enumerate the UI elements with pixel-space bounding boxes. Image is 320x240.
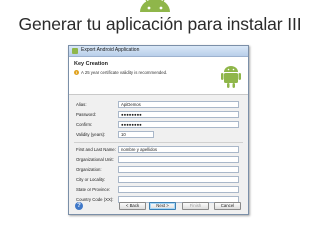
button-bar: ? < Back Next > Finish Cancel [69,200,248,214]
form-separator [74,142,243,143]
android-logo-icon [140,0,170,12]
cancel-button[interactable]: Cancel [214,202,241,210]
city-field[interactable] [118,176,239,183]
confirm-label: Confirm: [76,122,93,127]
back-button[interactable]: < Back [119,202,146,210]
organization-field[interactable] [118,166,239,173]
dialog-titlebar: Export Android Application [69,46,248,57]
finish-button[interactable]: Finish [182,202,209,210]
validity-label: Validity (years): [76,132,106,137]
city-label: City or Locality: [76,177,106,182]
warning-icon: ! [74,70,79,75]
dialog-banner: Key Creation ! A 25 year certificate val… [69,57,248,95]
app-icon [72,48,78,54]
help-icon[interactable]: ? [75,202,83,210]
state-field[interactable] [118,186,239,193]
confirm-field[interactable]: ●●●●●●●● [118,121,239,128]
dialog-title: Export Android Application [81,47,140,53]
org-unit-field[interactable] [118,156,239,163]
organization-label: Organization: [76,167,102,172]
android-robot-icon [221,66,241,88]
password-field[interactable]: ●●●●●●●● [118,111,239,118]
banner-title: Key Creation [74,61,108,67]
state-label: State or Province: [76,187,111,192]
export-dialog: Export Android Application Key Creation … [68,45,249,215]
name-label: First and Last Name: [76,147,116,152]
org-unit-label: Organizational Unit: [76,157,114,162]
banner-message: A 25 year certificate validity is recomm… [81,70,168,75]
name-field[interactable]: nombre y apellidos [118,146,239,153]
slide-title: Generar tu aplicación para instalar III [18,14,302,34]
next-button[interactable]: Next > [149,202,176,210]
alias-field[interactable]: ApiDemos [118,101,239,108]
validity-field[interactable]: 10 [118,131,154,138]
alias-label: Alias: [76,102,87,107]
password-label: Password: [76,112,97,117]
